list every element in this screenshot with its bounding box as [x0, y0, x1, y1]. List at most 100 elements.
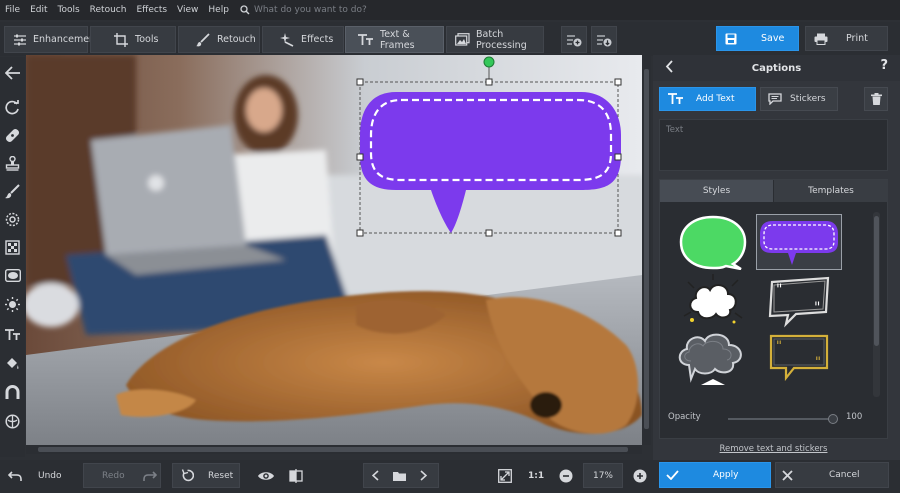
chevron-left-icon	[665, 60, 673, 73]
add-preset-button[interactable]	[561, 26, 587, 53]
caption-text-input[interactable]: Text	[659, 119, 888, 171]
stickers-button[interactable]: Stickers	[760, 87, 838, 111]
stickers-label: Stickers	[790, 94, 826, 104]
opacity-value: 100	[846, 412, 863, 422]
menu-file[interactable]: File	[0, 5, 25, 15]
download-preset-button[interactable]	[591, 26, 617, 53]
save-label: Save	[761, 33, 785, 44]
silver-cloud-icon	[678, 333, 742, 385]
save-button[interactable]: Save	[716, 26, 799, 51]
gradient-tool[interactable]	[2, 237, 23, 258]
light-tool[interactable]	[2, 294, 23, 315]
svg-text:": "	[814, 300, 820, 316]
opacity-control: Opacity 100	[668, 412, 878, 426]
remove-text-stickers-link[interactable]: Remove text and stickers	[653, 444, 894, 454]
tab-styles[interactable]: Styles	[660, 180, 773, 202]
panel-back-button[interactable]	[665, 60, 674, 76]
opacity-slider-track[interactable]	[728, 418, 834, 420]
tab-retouch[interactable]: Retouch	[178, 26, 260, 53]
gold-frame-icon: ""	[769, 334, 829, 382]
menu-view[interactable]: View	[172, 5, 203, 15]
tab-templates[interactable]: Templates	[774, 180, 888, 202]
cancel-button[interactable]: Cancel	[775, 462, 889, 488]
style-cloud-burst[interactable]	[670, 272, 756, 328]
back-arrow-button[interactable]	[2, 62, 23, 83]
style-gold-frame[interactable]: " "	[756, 330, 842, 386]
next-file-button[interactable]	[420, 470, 427, 481]
canvas-horizontal-scrollbar[interactable]	[26, 445, 642, 454]
reset-button[interactable]: Reset	[172, 463, 240, 488]
actual-size-button[interactable]: 1:1	[528, 463, 548, 488]
opacity-slider-knob[interactable]	[828, 414, 838, 424]
add-text-button[interactable]: Add Text	[659, 87, 756, 111]
menu-effects[interactable]: Effects	[131, 5, 172, 15]
menu-search[interactable]: What do you want to do?	[240, 5, 367, 15]
rotate-handle[interactable]	[483, 56, 495, 68]
brush-tool[interactable]	[2, 181, 23, 202]
redo-button[interactable]: Redo	[83, 463, 161, 488]
tab-tools[interactable]: Tools	[90, 26, 176, 53]
menu-tools[interactable]: Tools	[53, 5, 85, 15]
vertical-scroll-thumb[interactable]	[644, 69, 649, 429]
images-icon	[455, 32, 470, 48]
open-folder-button[interactable]	[393, 471, 406, 481]
style-silver-cloud[interactable]	[670, 330, 756, 386]
shield-tool[interactable]	[2, 411, 23, 432]
zoom-level[interactable]: 17%	[583, 463, 623, 488]
style-quote-frame[interactable]: " "	[756, 272, 842, 328]
tab-batch-processing[interactable]: Batch Processing	[446, 26, 544, 53]
printer-icon	[814, 33, 828, 45]
healing-tool[interactable]	[2, 125, 23, 146]
undo-button[interactable]: Undo	[8, 463, 80, 488]
sliders-icon	[13, 32, 27, 48]
print-button[interactable]: Print	[805, 26, 888, 51]
svg-text:": "	[776, 282, 782, 298]
style-green-bubble[interactable]	[670, 214, 756, 270]
tab-tools-label: Tools	[135, 34, 159, 45]
menu-retouch[interactable]: Retouch	[85, 5, 132, 15]
target-icon	[5, 212, 20, 227]
fill-tool[interactable]	[2, 353, 23, 374]
menu-edit[interactable]: Edit	[25, 5, 52, 15]
rotate-tool[interactable]	[2, 97, 23, 118]
bottom-bar: Undo Redo Reset 1:1 17% Apply Cancel	[0, 460, 900, 493]
delete-button[interactable]	[864, 87, 888, 111]
zoom-out-button[interactable]	[558, 463, 574, 488]
style-purple-bubble[interactable]	[756, 214, 842, 270]
vignette-tool[interactable]	[2, 265, 23, 286]
help-button[interactable]: ?	[880, 58, 888, 73]
clone-stamp-tool[interactable]	[2, 153, 23, 174]
caption-bubble[interactable]	[26, 55, 642, 445]
radial-tool[interactable]	[2, 209, 23, 230]
horizontal-scroll-thumb[interactable]	[38, 447, 628, 452]
magnet-tool[interactable]	[2, 382, 23, 403]
photo-canvas[interactable]	[26, 55, 642, 445]
canvas-vertical-scrollbar[interactable]	[642, 55, 651, 445]
apply-button[interactable]: Apply	[659, 462, 771, 488]
folder-icon	[393, 471, 406, 481]
stamp-icon	[5, 156, 20, 171]
zoom-in-button[interactable]	[632, 463, 648, 488]
tab-enhancement[interactable]: Enhancement	[4, 26, 99, 53]
menu-help[interactable]: Help	[203, 5, 234, 15]
text-tool-icon	[4, 328, 20, 340]
prev-file-button[interactable]	[372, 470, 379, 481]
add-text-label: Add Text	[696, 94, 735, 104]
svg-text:": "	[776, 339, 782, 354]
preset-download-icon	[597, 34, 612, 46]
styles-scroll-thumb[interactable]	[874, 216, 879, 346]
tab-text-frames[interactable]: Text & Frames	[345, 26, 444, 53]
tab-effects[interactable]: Effects	[262, 26, 344, 53]
styles-panel: Styles Templates " " " " Opacity 100	[659, 179, 888, 439]
eye-icon	[258, 471, 274, 480]
styles-scrollbar[interactable]	[873, 212, 880, 397]
apply-label: Apply	[713, 470, 739, 480]
preview-toggle[interactable]	[256, 463, 276, 488]
tab-text-frames-label: Text & Frames	[380, 28, 415, 51]
print-label: Print	[846, 33, 868, 44]
text-tool[interactable]	[2, 324, 23, 345]
quote-frame-icon: ""	[768, 276, 830, 328]
paintbrush-icon	[5, 184, 20, 199]
compare-toggle[interactable]	[286, 463, 306, 488]
fit-to-screen-button[interactable]	[496, 463, 514, 488]
